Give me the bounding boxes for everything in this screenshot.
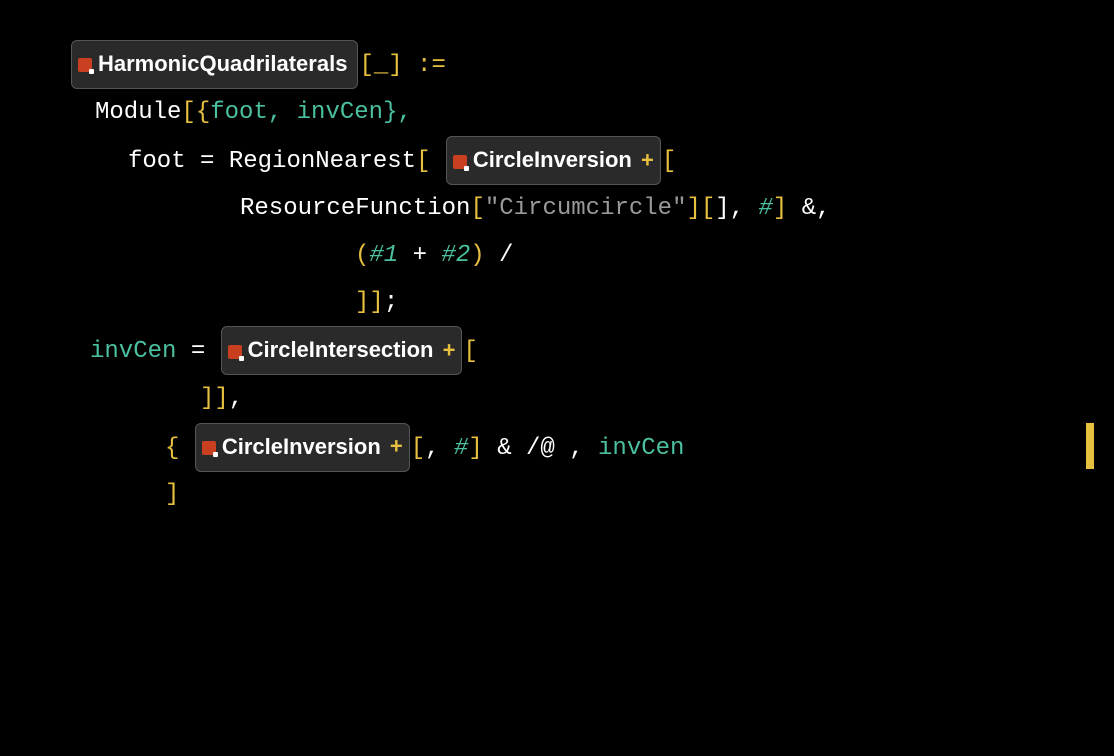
paren: ( (355, 242, 369, 269)
code-line-6: ]]; (20, 280, 1094, 327)
code: , (425, 435, 454, 462)
bracket: ] (773, 195, 787, 222)
resource-icon (228, 345, 242, 359)
code-line-5: (#1 + #2) / (20, 233, 1094, 280)
code: + (398, 242, 441, 269)
slot-2: #2 (441, 242, 470, 269)
token-foot: foot = (128, 148, 229, 175)
resource-harmonic-quadrilaterals: HarmonicQuadrilaterals (71, 40, 358, 89)
bracket: [{ (181, 99, 210, 126)
code: & /@ (483, 435, 569, 462)
bracket: [ (662, 148, 676, 175)
code-line-10: ] (20, 472, 1094, 519)
code: , (569, 435, 598, 462)
bracket: ][ (686, 195, 715, 222)
overflow-indicator (1086, 423, 1094, 469)
code: / (485, 242, 514, 269)
code-line-9: { CircleInversion [, #] & /@ , invCen (20, 423, 1094, 473)
bracket: [ (470, 195, 484, 222)
code-line-7: invCen = CircleIntersection [ (20, 326, 1094, 376)
resource-icon (78, 58, 92, 72)
code-text: [_] := (359, 52, 445, 79)
slot-hash-2: # (454, 435, 468, 462)
code: , (229, 385, 243, 412)
code: = (176, 338, 219, 365)
bracket: ] (468, 435, 482, 462)
code: &, (787, 195, 830, 222)
paren: ) (470, 242, 484, 269)
code-line-2: Module[{foot, invCen}, (20, 90, 1094, 137)
code-line-1: HarmonicQuadrilaterals [_] := (20, 40, 1094, 90)
code-line-4: ResourceFunction["Circumcircle"][], #] &… (20, 186, 1094, 233)
brace: { (165, 435, 179, 462)
code: ], (715, 195, 758, 222)
bracket: ]] (200, 385, 229, 412)
var-foot: foot (210, 99, 268, 126)
resource-icon (453, 155, 467, 169)
resource-circle-inversion: CircleInversion (446, 136, 661, 185)
semicolon: ; (384, 289, 398, 316)
var-invcen: invCen (90, 338, 176, 365)
bracket: [ (463, 338, 477, 365)
code-line-3: foot = RegionNearest[ CircleInversion [ (20, 136, 1094, 186)
var-invcen-2: invCen (598, 435, 684, 462)
token-module: Module (95, 99, 181, 126)
string-circumcircle: "Circumcircle" (485, 195, 687, 222)
token-resourcefunction: ResourceFunction (240, 195, 470, 222)
code-line-8: ]], (20, 376, 1094, 423)
resource-circle-inversion-2: CircleInversion (195, 423, 410, 472)
bracket: [ (416, 148, 430, 175)
bracket: [ (411, 435, 425, 462)
slot-hash: # (759, 195, 773, 222)
resource-circle-intersection: CircleIntersection (221, 326, 463, 375)
var-invcen: , invCen}, (268, 99, 412, 126)
slot-1: #1 (369, 242, 398, 269)
bracket: ] (165, 481, 179, 508)
bracket: ]] (355, 289, 384, 316)
token-regionnearest: RegionNearest (229, 148, 416, 175)
resource-icon (202, 441, 216, 455)
